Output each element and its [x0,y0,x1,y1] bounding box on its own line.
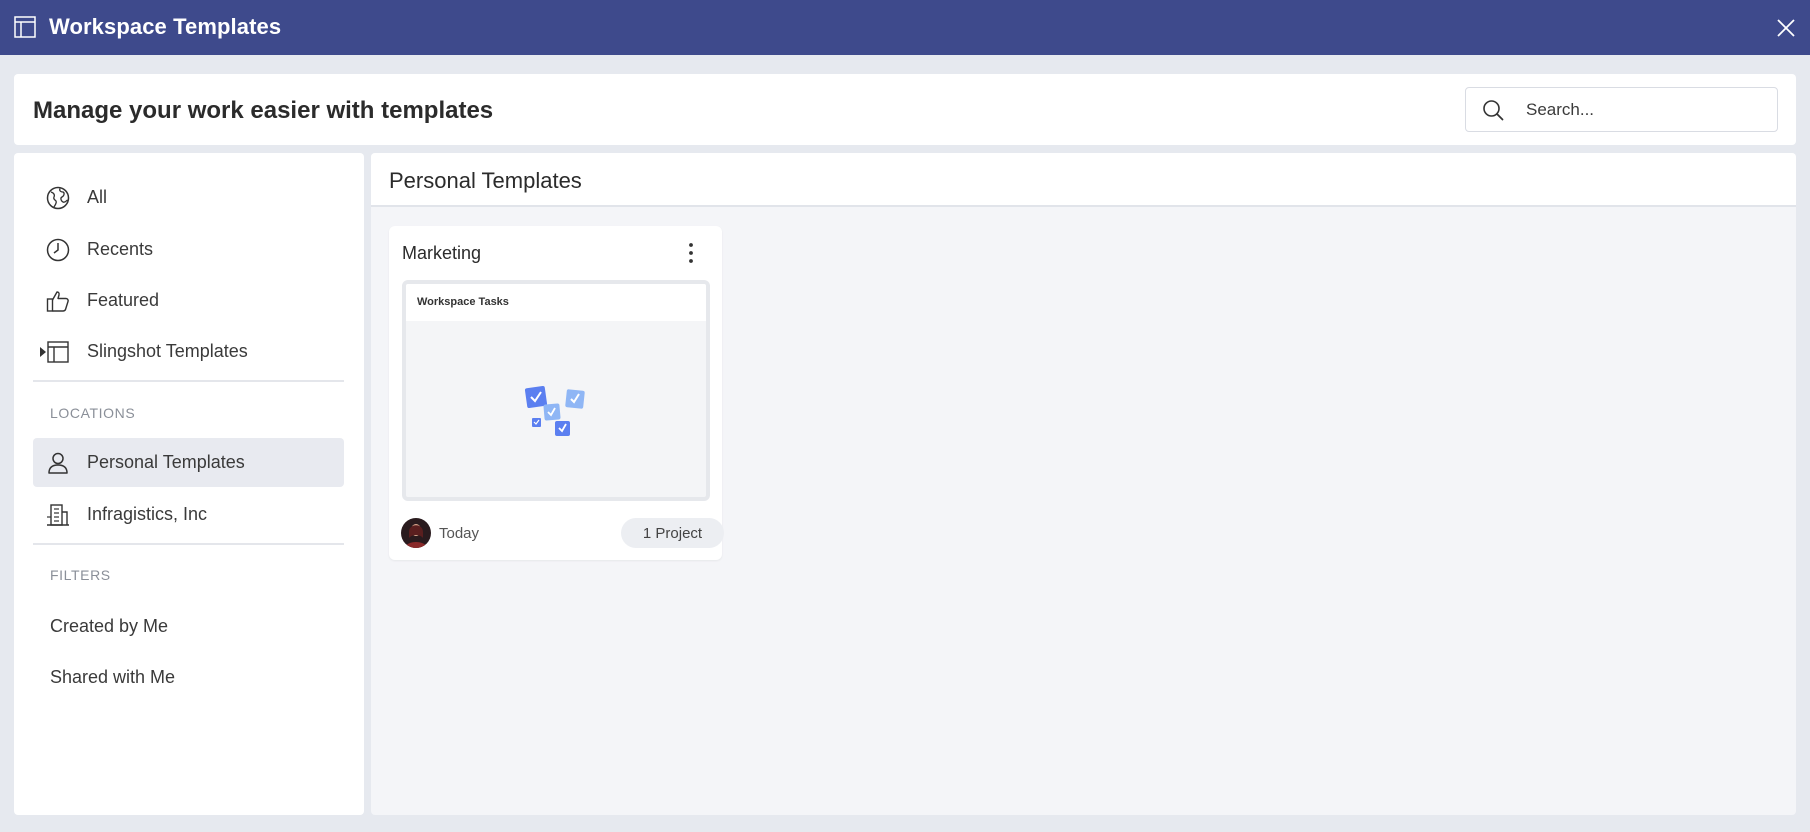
search-icon [1483,100,1504,121]
sidebar-item-all[interactable]: All [33,173,344,222]
template-date: Today [439,525,480,542]
locations-section-label: LOCATIONS [50,405,136,421]
title-bar: Workspace Templates [0,0,1810,55]
template-thumbnail[interactable]: Workspace Tasks [402,280,710,501]
section-title: Personal Templates [389,168,582,193]
avatar [401,518,431,548]
main-header: Personal Templates [371,153,1796,207]
task-checklist-icon [524,385,585,436]
sidebar-item-featured[interactable]: Featured [33,276,344,325]
template-card[interactable]: Marketing Workspace Tasks Today 1 Projec… [389,226,724,560]
sidebar-item-infragistics[interactable]: Infragistics, Inc [33,490,344,539]
thumbs-up-icon [46,291,69,312]
sidebar-item-slingshot-templates[interactable]: Slingshot Templates [33,327,344,376]
sidebar: All Recents Featured Slingshot Templates… [14,153,364,815]
thumbnail-title: Workspace Tasks [417,296,509,308]
sidebar-item-label: Featured [87,290,160,310]
template-card-title: Marketing [402,243,482,263]
person-icon [48,452,68,474]
window-title: Workspace Templates [49,14,282,39]
sidebar-item-label: Personal Templates [87,452,245,472]
filters-section-label: FILTERS [50,567,111,583]
sidebar-item-recents[interactable]: Recents [33,225,344,274]
search-input[interactable] [1526,96,1766,124]
close-icon[interactable] [1775,17,1797,39]
globe-icon [46,186,70,210]
main-panel: Personal Templates Marketing Workspace T… [371,153,1796,815]
project-count-badge: 1 Project [621,518,724,548]
sidebar-item-label: Recents [87,239,154,259]
page-heading: Manage your work easier with templates [33,97,494,124]
thumbnail-header: Workspace Tasks [406,284,706,321]
sidebar-item-personal-templates[interactable]: Personal Templates [33,438,344,487]
building-icon [47,504,69,526]
template-icon [47,341,69,363]
filter-created-by-me[interactable]: Created by Me [50,616,168,637]
search-box[interactable] [1465,87,1778,132]
more-options-icon[interactable] [679,240,703,266]
divider [33,543,344,545]
template-icon [14,16,36,38]
sidebar-item-label: Infragistics, Inc [87,504,208,524]
sidebar-item-label: Slingshot Templates [87,341,248,361]
filter-shared-with-me[interactable]: Shared with Me [50,667,175,688]
header-card: Manage your work easier with templates [14,74,1796,145]
sidebar-item-label: All [87,187,108,207]
divider [33,380,344,382]
clock-icon [46,238,70,262]
